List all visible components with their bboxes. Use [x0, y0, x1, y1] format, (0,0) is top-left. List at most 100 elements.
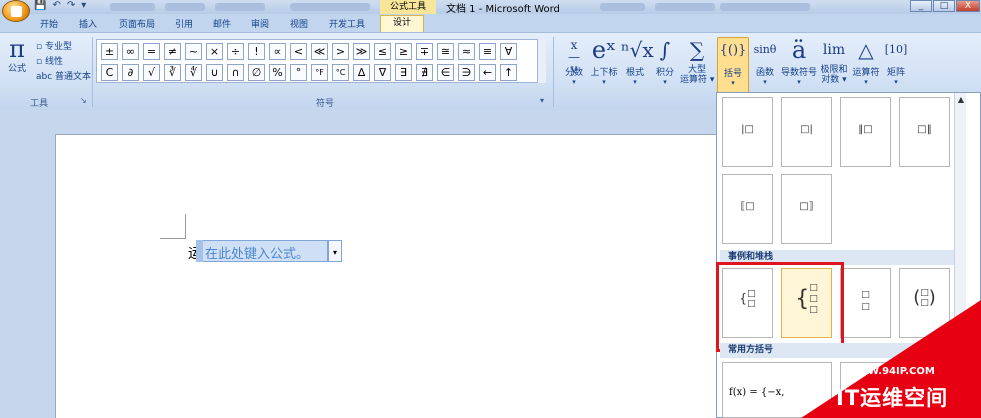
symbol-button[interactable]: ≤: [374, 43, 391, 60]
bracket-button[interactable]: {()} 括号 ▾: [717, 37, 749, 93]
symbol-button[interactable]: ←: [479, 64, 496, 81]
symbol-button[interactable]: °: [290, 64, 307, 81]
tab-developer[interactable]: 开发工具: [329, 17, 365, 30]
function-icon: sinθ: [753, 43, 777, 56]
radical-button[interactable]: ⁿ√x 根式 ▾: [621, 37, 654, 86]
context-tab-group-label: 公式工具: [380, 0, 436, 14]
integral-button[interactable]: ∫ 积分 ▾: [652, 37, 678, 86]
symbol-button[interactable]: ≫: [353, 43, 370, 60]
linear-format-button[interactable]: ▫ 线性: [36, 54, 63, 67]
operator-button[interactable]: △ 运算符 ▾: [851, 37, 881, 86]
gallery-item[interactable]: |□: [722, 97, 773, 167]
margin-mark: [185, 214, 186, 238]
limit-log-button[interactable]: lim 极限和 对数 ▾: [818, 37, 850, 85]
save-icon[interactable]: 💾: [34, 0, 46, 11]
symbol-button[interactable]: ∆: [353, 64, 370, 81]
professional-format-button[interactable]: ▫ 专业型: [36, 39, 72, 52]
gallery-item[interactable]: ⟦□: [722, 174, 773, 244]
tab-home[interactable]: 开始: [40, 17, 58, 30]
equation-label: 公式: [7, 64, 26, 74]
symbol-button[interactable]: >: [332, 43, 349, 60]
normal-text-button[interactable]: abc 普通文本: [36, 69, 91, 82]
tools-group-label: 工具: [30, 99, 49, 109]
tab-view[interactable]: 视图: [290, 17, 308, 30]
equation-placeholder-text[interactable]: 在此处键入公式。: [205, 243, 309, 262]
office-button[interactable]: [2, 0, 30, 22]
minimize-button[interactable]: _: [910, 0, 932, 12]
chevron-down-icon: ▾: [864, 78, 868, 86]
matrix-button[interactable]: [10] 矩阵 ▾: [883, 37, 909, 86]
limit-log-label: 极限和 对数 ▾: [820, 65, 848, 85]
gallery-item[interactable]: □|: [781, 97, 832, 167]
symbol-button[interactable]: ∛: [164, 64, 181, 81]
symbols-scrollbar[interactable]: [537, 39, 546, 83]
symbol-button[interactable]: ±: [101, 43, 118, 60]
symbol-button[interactable]: ∓: [416, 43, 433, 60]
symbol-button[interactable]: ∪: [206, 64, 223, 81]
symbol-button[interactable]: ÷: [227, 43, 244, 60]
gallery-item[interactable]: □ □: [840, 268, 891, 338]
redo-icon[interactable]: ↷: [67, 0, 75, 11]
symbol-button[interactable]: ∂: [122, 64, 139, 81]
symbol-button[interactable]: ∇: [374, 64, 391, 81]
symbol-button[interactable]: ≥: [395, 43, 412, 60]
symbol-button[interactable]: =: [143, 43, 160, 60]
undo-icon[interactable]: ↶: [52, 0, 60, 11]
bracket-option: □|: [800, 124, 813, 135]
large-operator-button[interactable]: ∑ 大型 运算符 ▾: [680, 37, 714, 85]
symbol-button[interactable]: ↑: [500, 64, 517, 81]
tab-review[interactable]: 审阅: [251, 17, 269, 30]
dialog-launcher-icon[interactable]: ↘: [80, 96, 87, 105]
tab-references[interactable]: 引用: [175, 17, 193, 30]
symbol-button[interactable]: ∜: [185, 64, 202, 81]
symbol-button[interactable]: ∄: [416, 64, 433, 81]
symbol-button[interactable]: ~: [185, 43, 202, 60]
large-operator-label: 大型 运算符 ▾: [680, 65, 715, 85]
equation-button[interactable]: π 公式: [6, 37, 28, 74]
symbol-button[interactable]: ∅: [248, 64, 265, 81]
symbol-button[interactable]: <: [290, 43, 307, 60]
symbols-more-icon[interactable]: ▾: [540, 96, 544, 105]
symbol-button[interactable]: C: [101, 64, 118, 81]
tab-mailings[interactable]: 邮件: [213, 17, 231, 30]
symbol-button[interactable]: ≪: [311, 43, 328, 60]
symbol-button[interactable]: ∝: [269, 43, 286, 60]
symbol-button[interactable]: ∈: [437, 64, 454, 81]
symbol-button[interactable]: !: [248, 43, 265, 60]
symbol-button[interactable]: ∋: [458, 64, 475, 81]
symbol-button[interactable]: √: [143, 64, 160, 81]
symbol-button[interactable]: %: [269, 64, 286, 81]
symbol-button[interactable]: ∩: [227, 64, 244, 81]
equation-move-handle[interactable]: [196, 240, 203, 262]
blurred-region: [165, 3, 205, 11]
qat-customize-icon[interactable]: ▾: [81, 0, 86, 11]
maximize-button[interactable]: □: [933, 0, 955, 12]
window-title: 文档 1 - Microsoft Word: [446, 4, 560, 15]
symbol-button[interactable]: ∃: [395, 64, 412, 81]
accent-button[interactable]: ä 导数符号 ▾: [780, 37, 818, 86]
symbol-button[interactable]: ≈: [458, 43, 475, 60]
symbol-button[interactable]: °F: [311, 64, 328, 81]
symbol-button[interactable]: ≡: [479, 43, 496, 60]
gallery-item[interactable]: □⟧: [781, 174, 832, 244]
gallery-item[interactable]: ‖□: [840, 97, 891, 167]
script-button[interactable]: eˣ 上下标 ▾: [589, 37, 619, 86]
equation-options-button[interactable]: ▾: [328, 240, 342, 262]
symbol-button[interactable]: ≅: [437, 43, 454, 60]
chevron-down-icon: ▾: [731, 79, 735, 87]
symbol-button[interactable]: °C: [332, 64, 349, 81]
symbol-button[interactable]: ×: [206, 43, 223, 60]
tab-page-layout[interactable]: 页面布局: [119, 17, 155, 30]
close-button[interactable]: X: [956, 0, 980, 12]
symbol-button[interactable]: ∀: [500, 43, 517, 60]
quick-access-toolbar: 💾 ↶ ↷ ▾: [34, 0, 86, 11]
fraction-button[interactable]: x — y 分数 ▾: [560, 37, 588, 86]
tab-insert[interactable]: 插入: [79, 17, 97, 30]
scroll-up-icon[interactable]: ▲: [955, 95, 967, 104]
option-label: 普通文本: [55, 72, 92, 82]
symbol-button[interactable]: ≠: [164, 43, 181, 60]
symbol-button[interactable]: ∞: [122, 43, 139, 60]
gallery-item[interactable]: □‖: [899, 97, 950, 167]
tab-design[interactable]: 设计: [380, 15, 424, 32]
function-button[interactable]: sinθ 函数 ▾: [751, 37, 779, 86]
